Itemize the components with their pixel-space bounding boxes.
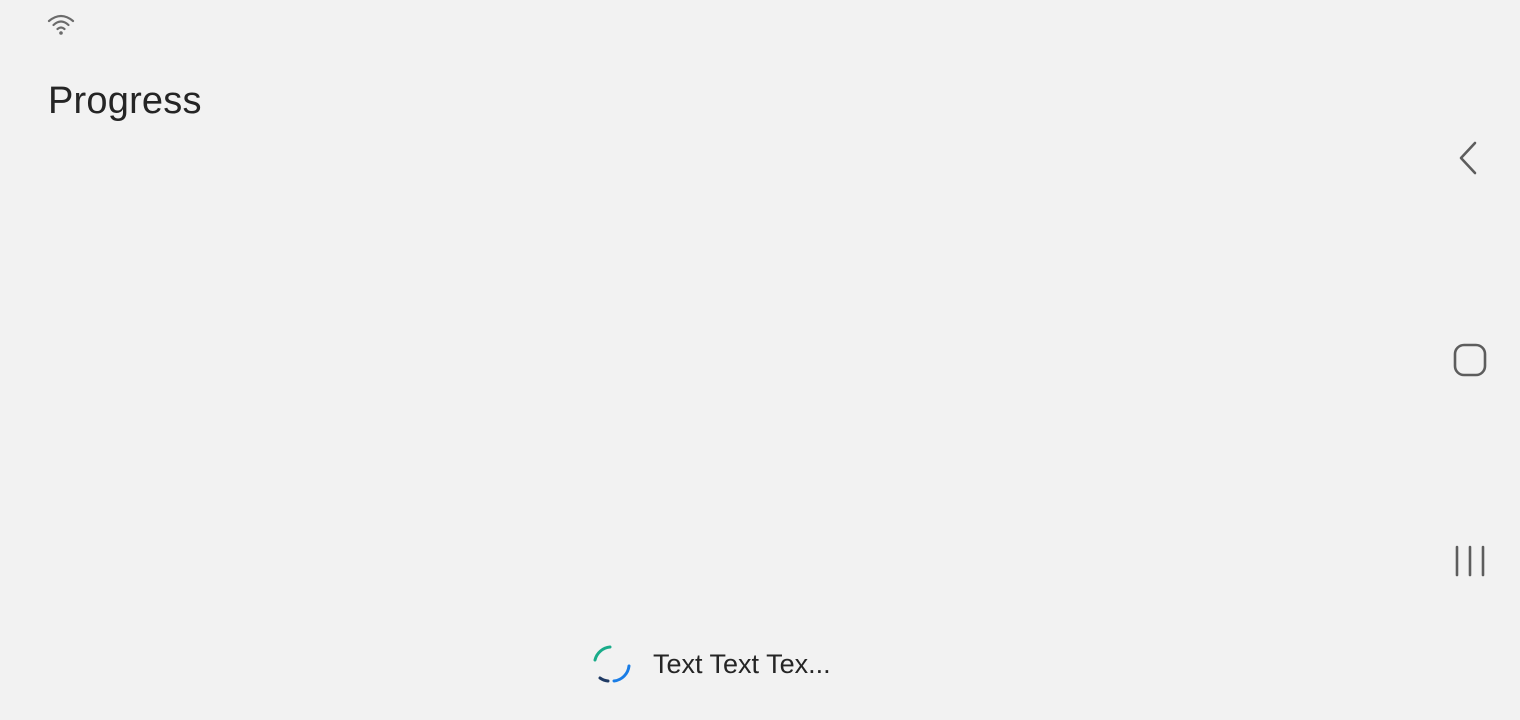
navigation-bar <box>1420 0 1520 720</box>
recents-button[interactable] <box>1420 511 1520 611</box>
status-bar <box>0 0 1440 44</box>
progress-text: Text Text Tex... <box>653 648 831 679</box>
wifi-icon <box>47 14 75 35</box>
progress-spinner-icon <box>593 645 631 683</box>
screen: Progress Text Text Tex... <box>0 0 1520 720</box>
recents-icon <box>1455 545 1485 577</box>
progress-indicator-row: Text Text Tex... <box>588 640 831 688</box>
home-icon <box>1453 343 1487 377</box>
home-button[interactable] <box>1420 310 1520 410</box>
back-icon <box>1459 141 1477 175</box>
back-button[interactable] <box>1420 108 1520 208</box>
page-title: Progress <box>48 80 202 122</box>
